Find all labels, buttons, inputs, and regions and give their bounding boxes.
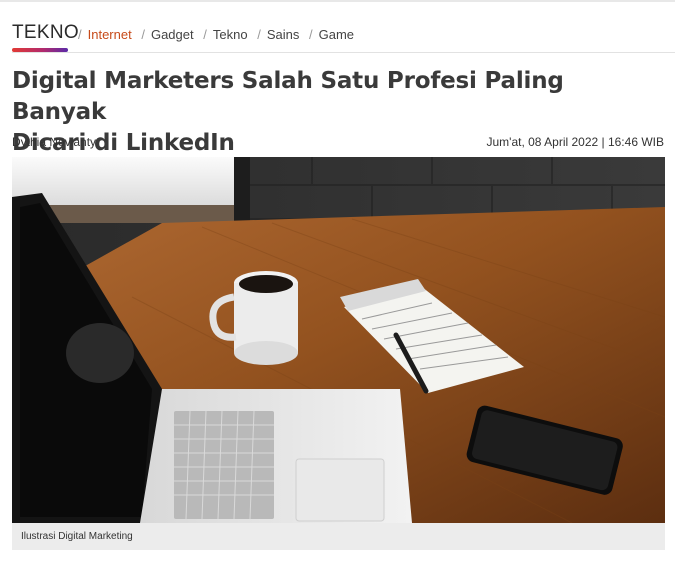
author-name[interactable]: Dythia Novianty — [12, 135, 96, 149]
article-hero-image — [12, 157, 665, 523]
nav-item-internet[interactable]: Internet — [88, 27, 132, 42]
breadcrumb-separator: / — [308, 27, 313, 42]
nav-item-tekno[interactable]: Tekno — [213, 27, 248, 42]
nav-item-game[interactable]: Game — [319, 27, 354, 42]
breadcrumb-separator: / — [141, 27, 145, 42]
article-title-line-1: Digital Marketers Salah Satu Profesi Pal… — [12, 68, 564, 125]
nav-divider — [12, 52, 675, 53]
image-caption: Ilustrasi Digital Marketing — [21, 531, 133, 542]
publish-date: Jum'at, 08 April 2022 | 16:46 WIB — [486, 135, 664, 149]
breadcrumb-separator: / — [257, 27, 261, 42]
top-border — [0, 0, 675, 2]
image-caption-box: Ilustrasi Digital Marketing — [12, 523, 665, 550]
nav-item-gadget[interactable]: Gadget — [151, 27, 194, 42]
nav-item-sains[interactable]: Sains — [267, 27, 300, 42]
section-brand[interactable]: TEKNO — [12, 22, 79, 44]
section-nav: TEKNO / Internet / Gadget / Tekno / Sains / G… — [12, 22, 675, 53]
breadcrumb-separator: / — [203, 27, 207, 42]
subsection-breadcrumb: / Internet / Gadget / Tekno / Sains / Game — [78, 27, 360, 42]
breadcrumb-separator: / — [78, 27, 82, 42]
